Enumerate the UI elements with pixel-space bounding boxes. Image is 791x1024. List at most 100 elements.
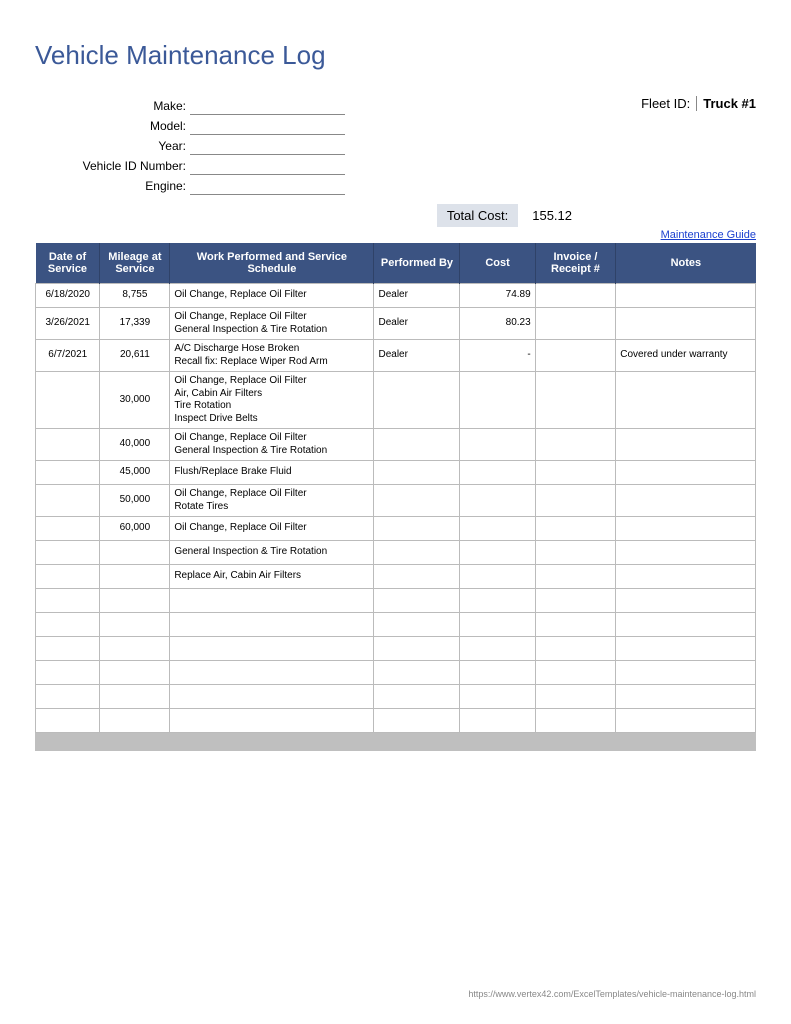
cell-date[interactable] [36, 461, 100, 485]
cell-invoice[interactable] [535, 613, 616, 637]
cell-mileage[interactable]: 50,000 [100, 485, 170, 517]
cell-notes[interactable] [616, 517, 756, 541]
make-input[interactable] [190, 97, 345, 115]
cell-performed[interactable] [374, 429, 460, 461]
cell-work[interactable]: Oil Change, Replace Oil Filter Air, Cabi… [170, 372, 374, 429]
cell-invoice[interactable] [535, 340, 616, 372]
cell-cost[interactable] [460, 429, 535, 461]
cell-date[interactable] [36, 685, 100, 709]
year-input[interactable] [190, 137, 345, 155]
cell-invoice[interactable] [535, 372, 616, 429]
cell-date[interactable]: 6/7/2021 [36, 340, 100, 372]
cell-cost[interactable] [460, 661, 535, 685]
cell-work[interactable]: Oil Change, Replace Oil Filter [170, 284, 374, 308]
cell-performed[interactable] [374, 517, 460, 541]
maintenance-guide-link[interactable]: Maintenance Guide [661, 229, 756, 241]
cell-date[interactable] [36, 429, 100, 461]
cell-work[interactable]: Oil Change, Replace Oil Filter [170, 517, 374, 541]
cell-notes[interactable] [616, 637, 756, 661]
cell-work[interactable]: General Inspection & Tire Rotation [170, 541, 374, 565]
cell-notes[interactable] [616, 661, 756, 685]
cell-notes[interactable] [616, 372, 756, 429]
cell-invoice[interactable] [535, 461, 616, 485]
cell-performed[interactable]: Dealer [374, 340, 460, 372]
cell-cost[interactable] [460, 372, 535, 429]
cell-mileage[interactable] [100, 613, 170, 637]
cell-invoice[interactable] [535, 541, 616, 565]
cell-cost[interactable] [460, 461, 535, 485]
cell-cost[interactable] [460, 637, 535, 661]
cell-notes[interactable] [616, 613, 756, 637]
cell-performed[interactable] [374, 589, 460, 613]
cell-mileage[interactable] [100, 709, 170, 733]
cell-cost[interactable] [460, 565, 535, 589]
cell-performed[interactable] [374, 541, 460, 565]
cell-performed[interactable] [374, 485, 460, 517]
vin-input[interactable] [190, 157, 345, 175]
cell-performed[interactable] [374, 637, 460, 661]
cell-mileage[interactable]: 20,611 [100, 340, 170, 372]
cell-date[interactable] [36, 372, 100, 429]
cell-work[interactable]: Replace Air, Cabin Air Filters [170, 565, 374, 589]
cell-mileage[interactable] [100, 565, 170, 589]
cell-date[interactable] [36, 485, 100, 517]
cell-mileage[interactable]: 60,000 [100, 517, 170, 541]
cell-mileage[interactable]: 8,755 [100, 284, 170, 308]
cell-mileage[interactable]: 30,000 [100, 372, 170, 429]
cell-date[interactable] [36, 661, 100, 685]
cell-invoice[interactable] [535, 685, 616, 709]
cell-notes[interactable] [616, 429, 756, 461]
cell-notes[interactable] [616, 308, 756, 340]
cell-cost[interactable] [460, 613, 535, 637]
cell-notes[interactable] [616, 284, 756, 308]
cell-work[interactable] [170, 637, 374, 661]
cell-date[interactable] [36, 709, 100, 733]
cell-date[interactable] [36, 637, 100, 661]
cell-cost[interactable] [460, 517, 535, 541]
cell-mileage[interactable]: 40,000 [100, 429, 170, 461]
cell-work[interactable]: Oil Change, Replace Oil Filter General I… [170, 308, 374, 340]
cell-date[interactable] [36, 613, 100, 637]
cell-cost[interactable] [460, 709, 535, 733]
cell-invoice[interactable] [535, 308, 616, 340]
cell-invoice[interactable] [535, 485, 616, 517]
cell-invoice[interactable] [535, 661, 616, 685]
cell-mileage[interactable] [100, 685, 170, 709]
cell-notes[interactable] [616, 565, 756, 589]
cell-performed[interactable] [374, 461, 460, 485]
cell-work[interactable] [170, 661, 374, 685]
cell-work[interactable]: Oil Change, Replace Oil Filter General I… [170, 429, 374, 461]
cell-cost[interactable]: 80.23 [460, 308, 535, 340]
cell-notes[interactable] [616, 461, 756, 485]
cell-work[interactable] [170, 709, 374, 733]
cell-notes[interactable] [616, 589, 756, 613]
cell-notes[interactable] [616, 685, 756, 709]
cell-cost[interactable] [460, 589, 535, 613]
cell-work[interactable]: A/C Discharge Hose Broken Recall fix: Re… [170, 340, 374, 372]
cell-date[interactable] [36, 589, 100, 613]
cell-date[interactable] [36, 541, 100, 565]
cell-notes[interactable]: Covered under warranty [616, 340, 756, 372]
cell-invoice[interactable] [535, 637, 616, 661]
cell-notes[interactable] [616, 485, 756, 517]
cell-notes[interactable] [616, 541, 756, 565]
cell-date[interactable]: 6/18/2020 [36, 284, 100, 308]
cell-performed[interactable] [374, 685, 460, 709]
cell-performed[interactable]: Dealer [374, 284, 460, 308]
cell-mileage[interactable] [100, 541, 170, 565]
cell-cost[interactable] [460, 685, 535, 709]
cell-invoice[interactable] [535, 429, 616, 461]
cell-performed[interactable] [374, 372, 460, 429]
cell-work[interactable] [170, 613, 374, 637]
cell-notes[interactable] [616, 709, 756, 733]
cell-mileage[interactable]: 45,000 [100, 461, 170, 485]
engine-input[interactable] [190, 177, 345, 195]
model-input[interactable] [190, 117, 345, 135]
cell-performed[interactable]: Dealer [374, 308, 460, 340]
cell-performed[interactable] [374, 709, 460, 733]
cell-performed[interactable] [374, 661, 460, 685]
cell-mileage[interactable] [100, 589, 170, 613]
cell-date[interactable] [36, 517, 100, 541]
cell-invoice[interactable] [535, 589, 616, 613]
cell-performed[interactable] [374, 565, 460, 589]
